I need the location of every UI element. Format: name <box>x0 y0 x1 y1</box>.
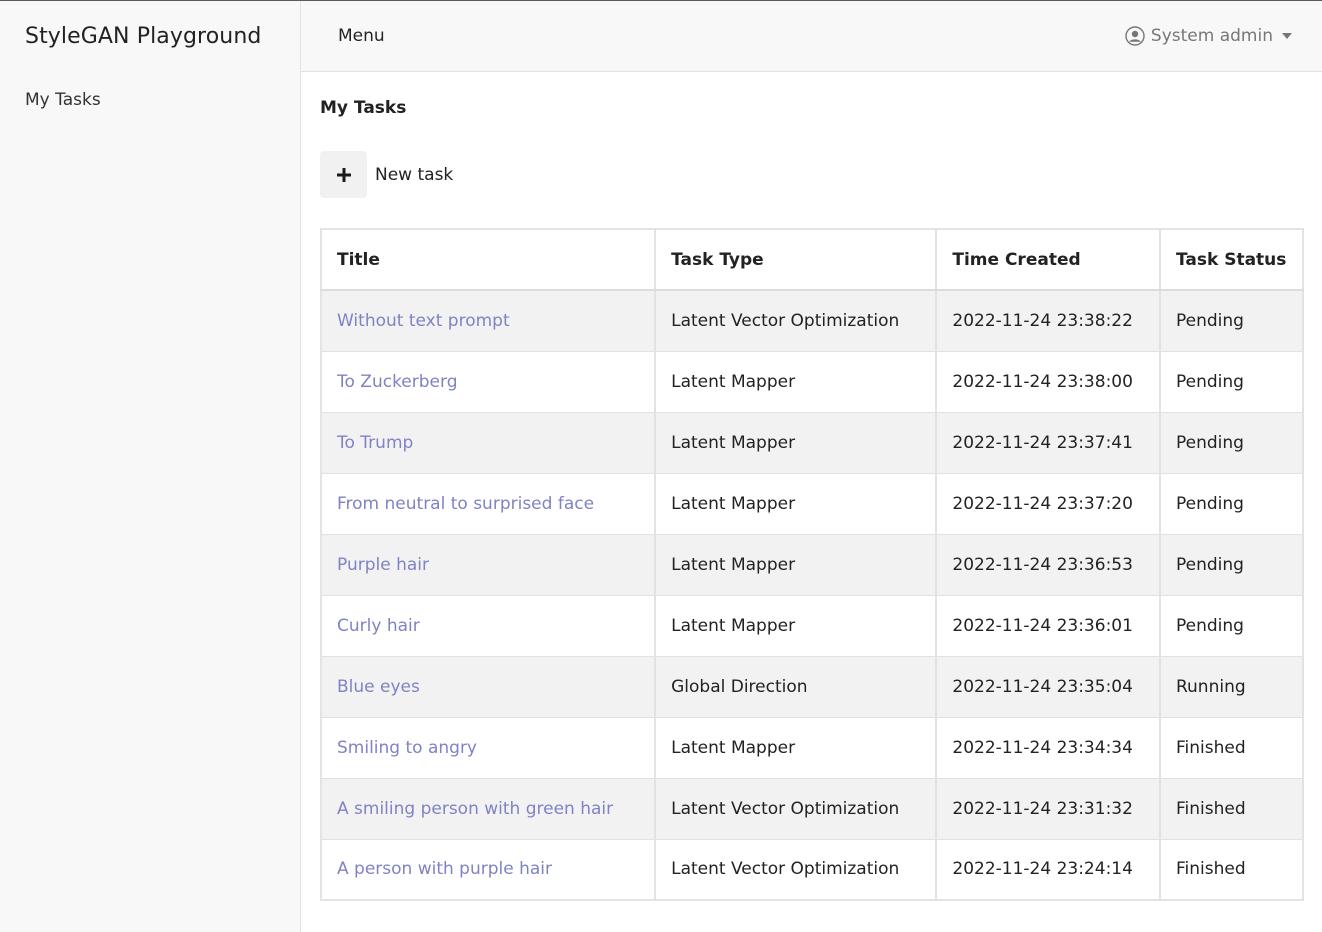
time-created-cell: 2022-11-24 23:37:20 <box>935 472 1161 535</box>
column-header-time-created: Time Created <box>935 228 1161 291</box>
topbar: Menu System admin <box>301 1 1322 72</box>
task-title-cell: To Zuckerberg <box>320 350 657 413</box>
task-type-cell: Global Direction <box>654 655 938 718</box>
task-title-cell: A person with purple hair <box>320 838 657 901</box>
table-row: Blue eyes Global Direction 2022-11-24 23:3… <box>320 655 1305 718</box>
task-status-cell: Pending <box>1159 411 1305 474</box>
table-row: Smiling to angry Latent Mapper 2022-11-24 … <box>320 716 1305 779</box>
tasks-table: Title Task Type Time Created Task Status… <box>320 228 1305 901</box>
task-title-cell: A smiling person with green hair <box>320 777 657 840</box>
caret-down-icon <box>1282 33 1292 39</box>
time-created-cell: 2022-11-24 23:35:04 <box>935 655 1161 718</box>
time-created-cell: 2022-11-24 23:24:14 <box>935 838 1161 901</box>
task-status-cell: Finished <box>1159 838 1305 901</box>
task-title-cell: Purple hair <box>320 533 657 596</box>
task-title-link[interactable]: A person with purple hair <box>337 859 552 879</box>
table-row: Purple hair Latent Mapper 2022-11-24 23:36… <box>320 533 1305 596</box>
task-status-cell: Finished <box>1159 716 1305 779</box>
time-created-cell: 2022-11-24 23:36:01 <box>935 594 1161 657</box>
task-title-link[interactable]: Without text prompt <box>337 311 510 331</box>
task-type-cell: Latent Mapper <box>654 716 938 779</box>
column-header-task-type: Task Type <box>654 228 938 291</box>
task-title-link[interactable]: To Trump <box>337 433 413 453</box>
menu-button[interactable]: Menu <box>338 26 385 46</box>
task-title-cell: Blue eyes <box>320 655 657 718</box>
task-status-cell: Pending <box>1159 350 1305 413</box>
sidebar: StyleGAN Playground My Tasks <box>0 1 301 932</box>
sidebar-item-my-tasks[interactable]: My Tasks <box>0 90 300 110</box>
table-row: To Zuckerberg Latent Mapper 2022-11-24 23:… <box>320 350 1305 413</box>
time-created-cell: 2022-11-24 23:38:22 <box>935 289 1161 352</box>
page-title: My Tasks <box>320 98 407 118</box>
task-status-cell: Pending <box>1159 472 1305 535</box>
task-title-link[interactable]: From neutral to surprised face <box>337 494 594 514</box>
task-type-cell: Latent Vector Optimization <box>654 777 938 840</box>
task-status-cell: Pending <box>1159 594 1305 657</box>
time-created-cell: 2022-11-24 23:38:00 <box>935 350 1161 413</box>
time-created-cell: 2022-11-24 23:36:53 <box>935 533 1161 596</box>
task-title-cell: To Trump <box>320 411 657 474</box>
task-title-link[interactable]: Curly hair <box>337 616 420 636</box>
task-type-cell: Latent Mapper <box>654 533 938 596</box>
column-header-task-status: Task Status <box>1159 228 1305 291</box>
task-type-cell: Latent Mapper <box>654 472 938 535</box>
time-created-cell: 2022-11-24 23:37:41 <box>935 411 1161 474</box>
task-title-link[interactable]: Smiling to angry <box>337 738 477 758</box>
time-created-cell: 2022-11-24 23:31:32 <box>935 777 1161 840</box>
task-title-link[interactable]: Purple hair <box>337 555 429 575</box>
table-row: A smiling person with green hair Latent V… <box>320 777 1305 840</box>
task-title-cell: Curly hair <box>320 594 657 657</box>
main-area: Menu System admin My Tasks New task Titl… <box>301 1 1322 932</box>
task-status-cell: Running <box>1159 655 1305 718</box>
task-type-cell: Latent Mapper <box>654 594 938 657</box>
new-task-button[interactable]: New task <box>320 151 453 198</box>
brand-title[interactable]: StyleGAN Playground <box>0 1 300 72</box>
task-status-cell: Pending <box>1159 533 1305 596</box>
table-row: To Trump Latent Mapper 2022-11-24 23:37:41… <box>320 411 1305 474</box>
task-title-link[interactable]: A smiling person with green hair <box>337 799 613 819</box>
content: My Tasks New task Title Task Type Time C… <box>301 72 1322 901</box>
table-row: Without text prompt Latent Vector Optimiz… <box>320 289 1305 352</box>
task-type-cell: Latent Vector Optimization <box>654 838 938 901</box>
task-status-cell: Pending <box>1159 289 1305 352</box>
table-row: Curly hair Latent Mapper 2022-11-24 23:36:… <box>320 594 1305 657</box>
task-status-cell: Finished <box>1159 777 1305 840</box>
user-name: System admin <box>1150 26 1273 46</box>
task-title-link[interactable]: Blue eyes <box>337 677 420 697</box>
user-circle-icon <box>1125 26 1145 46</box>
task-title-cell: Smiling to angry <box>320 716 657 779</box>
table-header-row: Title Task Type Time Created Task Status <box>320 228 1305 291</box>
column-header-title: Title <box>320 228 657 291</box>
task-title-cell: From neutral to surprised face <box>320 472 657 535</box>
plus-icon <box>320 151 367 198</box>
task-type-cell: Latent Vector Optimization <box>654 289 938 352</box>
table-row: From neutral to surprised face Latent Map… <box>320 472 1305 535</box>
user-dropdown[interactable]: System admin <box>1125 26 1292 46</box>
task-type-cell: Latent Mapper <box>654 411 938 474</box>
new-task-label: New task <box>375 164 454 185</box>
app: StyleGAN Playground My Tasks Menu System… <box>0 1 1322 932</box>
time-created-cell: 2022-11-24 23:34:34 <box>935 716 1161 779</box>
table-row: A person with purple hair Latent Vector O… <box>320 838 1305 901</box>
task-title-link[interactable]: To Zuckerberg <box>337 372 458 392</box>
task-type-cell: Latent Mapper <box>654 350 938 413</box>
task-title-cell: Without text prompt <box>320 289 657 352</box>
